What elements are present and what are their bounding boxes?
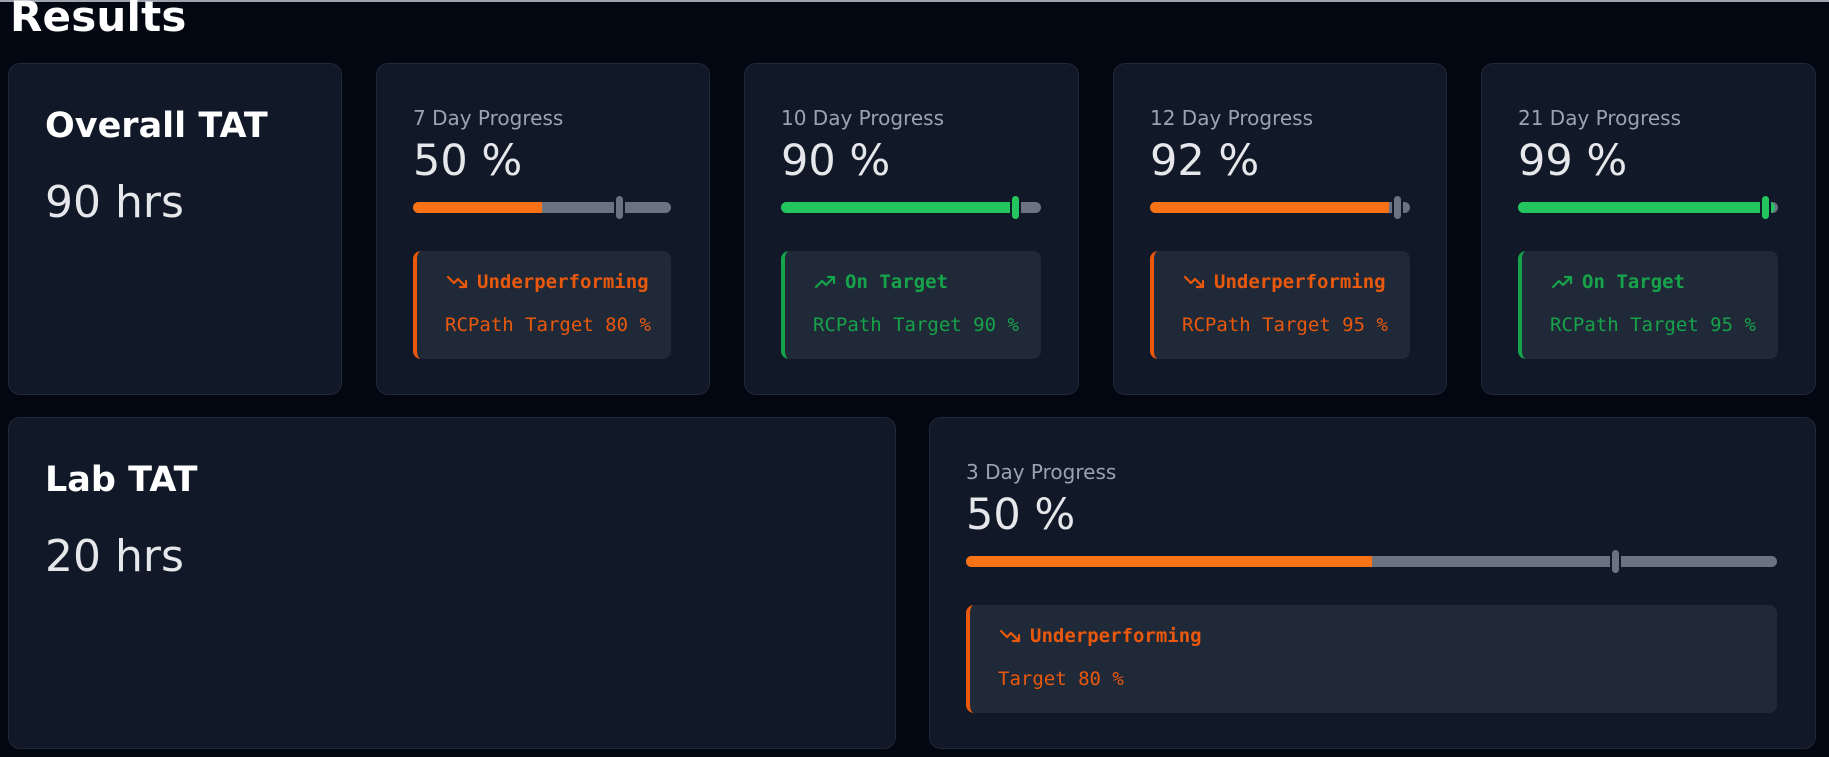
trending-down-icon <box>1182 272 1206 292</box>
target-marker[interactable] <box>1010 194 1021 221</box>
overall-tat-value: 90 hrs <box>45 177 184 228</box>
lab-tat-value: 20 hrs <box>45 531 184 582</box>
page-title: Results <box>10 0 187 41</box>
progress-slider[interactable] <box>1518 194 1778 221</box>
target-text: Target 80 % <box>998 668 1124 690</box>
trending-down-icon <box>445 272 469 292</box>
status-label: On Target <box>1582 271 1685 293</box>
window-top-border <box>0 0 1829 2</box>
trending-up-icon <box>1550 272 1574 292</box>
progress-fill <box>966 556 1372 567</box>
progress-fill <box>413 202 542 213</box>
status-label: Underperforming <box>477 271 649 293</box>
progress-label: 3 Day Progress <box>966 460 1117 484</box>
status-label: Underperforming <box>1214 271 1386 293</box>
target-marker[interactable] <box>1609 548 1621 575</box>
target-text: RCPath Target 80 % <box>445 314 651 336</box>
overall-tat-title: Overall TAT <box>45 106 268 146</box>
progress-label: 12 Day Progress <box>1150 106 1314 130</box>
lab-tat-card: Lab TAT 20 hrs <box>8 417 896 749</box>
trending-down-icon <box>998 626 1022 646</box>
progress-value: 50 % <box>966 490 1076 540</box>
status-label: On Target <box>845 271 948 293</box>
status-box: Underperforming Target 80 % <box>966 605 1777 713</box>
overall-tat-card: Overall TAT 90 hrs <box>8 63 342 395</box>
target-marker[interactable] <box>1760 194 1771 221</box>
progress-card-12-day: 12 Day Progress 92 % Underperforming RCP… <box>1113 63 1447 395</box>
status-box: Underperforming RCPath Target 95 % <box>1150 251 1410 359</box>
status-title: On Target <box>1550 271 1685 293</box>
progress-value: 92 % <box>1150 136 1260 186</box>
progress-value: 99 % <box>1518 136 1628 186</box>
progress-slider[interactable] <box>781 194 1041 221</box>
status-title: Underperforming <box>445 271 649 293</box>
progress-value: 90 % <box>781 136 891 186</box>
progress-fill <box>1150 202 1390 213</box>
status-box: On Target RCPath Target 90 % <box>781 251 1041 359</box>
progress-fill <box>1518 202 1776 213</box>
progress-label: 7 Day Progress <box>413 106 564 130</box>
progress-card-3-day: 3 Day Progress 50 % Underperforming Targ… <box>929 417 1816 749</box>
target-text: RCPath Target 95 % <box>1550 314 1756 336</box>
progress-label: 21 Day Progress <box>1518 106 1682 130</box>
status-title: On Target <box>813 271 948 293</box>
status-title: Underperforming <box>998 625 1202 647</box>
progress-card-21-day: 21 Day Progress 99 % On Target RCPath Ta… <box>1481 63 1816 395</box>
target-text: RCPath Target 95 % <box>1182 314 1388 336</box>
target-marker[interactable] <box>614 194 626 221</box>
progress-card-7-day: 7 Day Progress 50 % Underperforming RCPa… <box>376 63 710 395</box>
target-text: RCPath Target 90 % <box>813 314 1019 336</box>
status-title: Underperforming <box>1182 271 1386 293</box>
status-box: Underperforming RCPath Target 80 % <box>413 251 671 359</box>
status-label: Underperforming <box>1030 625 1202 647</box>
progress-card-10-day: 10 Day Progress 90 % On Target RCPath Ta… <box>744 63 1079 395</box>
progress-fill <box>781 202 1015 213</box>
progress-slider[interactable] <box>413 194 671 221</box>
progress-label: 10 Day Progress <box>781 106 945 130</box>
status-box: On Target RCPath Target 95 % <box>1518 251 1778 359</box>
target-marker[interactable] <box>1392 194 1403 221</box>
progress-slider[interactable] <box>966 548 1777 575</box>
trending-up-icon <box>813 272 837 292</box>
progress-slider[interactable] <box>1150 194 1410 221</box>
lab-tat-title: Lab TAT <box>45 460 198 500</box>
progress-value: 50 % <box>413 136 523 186</box>
